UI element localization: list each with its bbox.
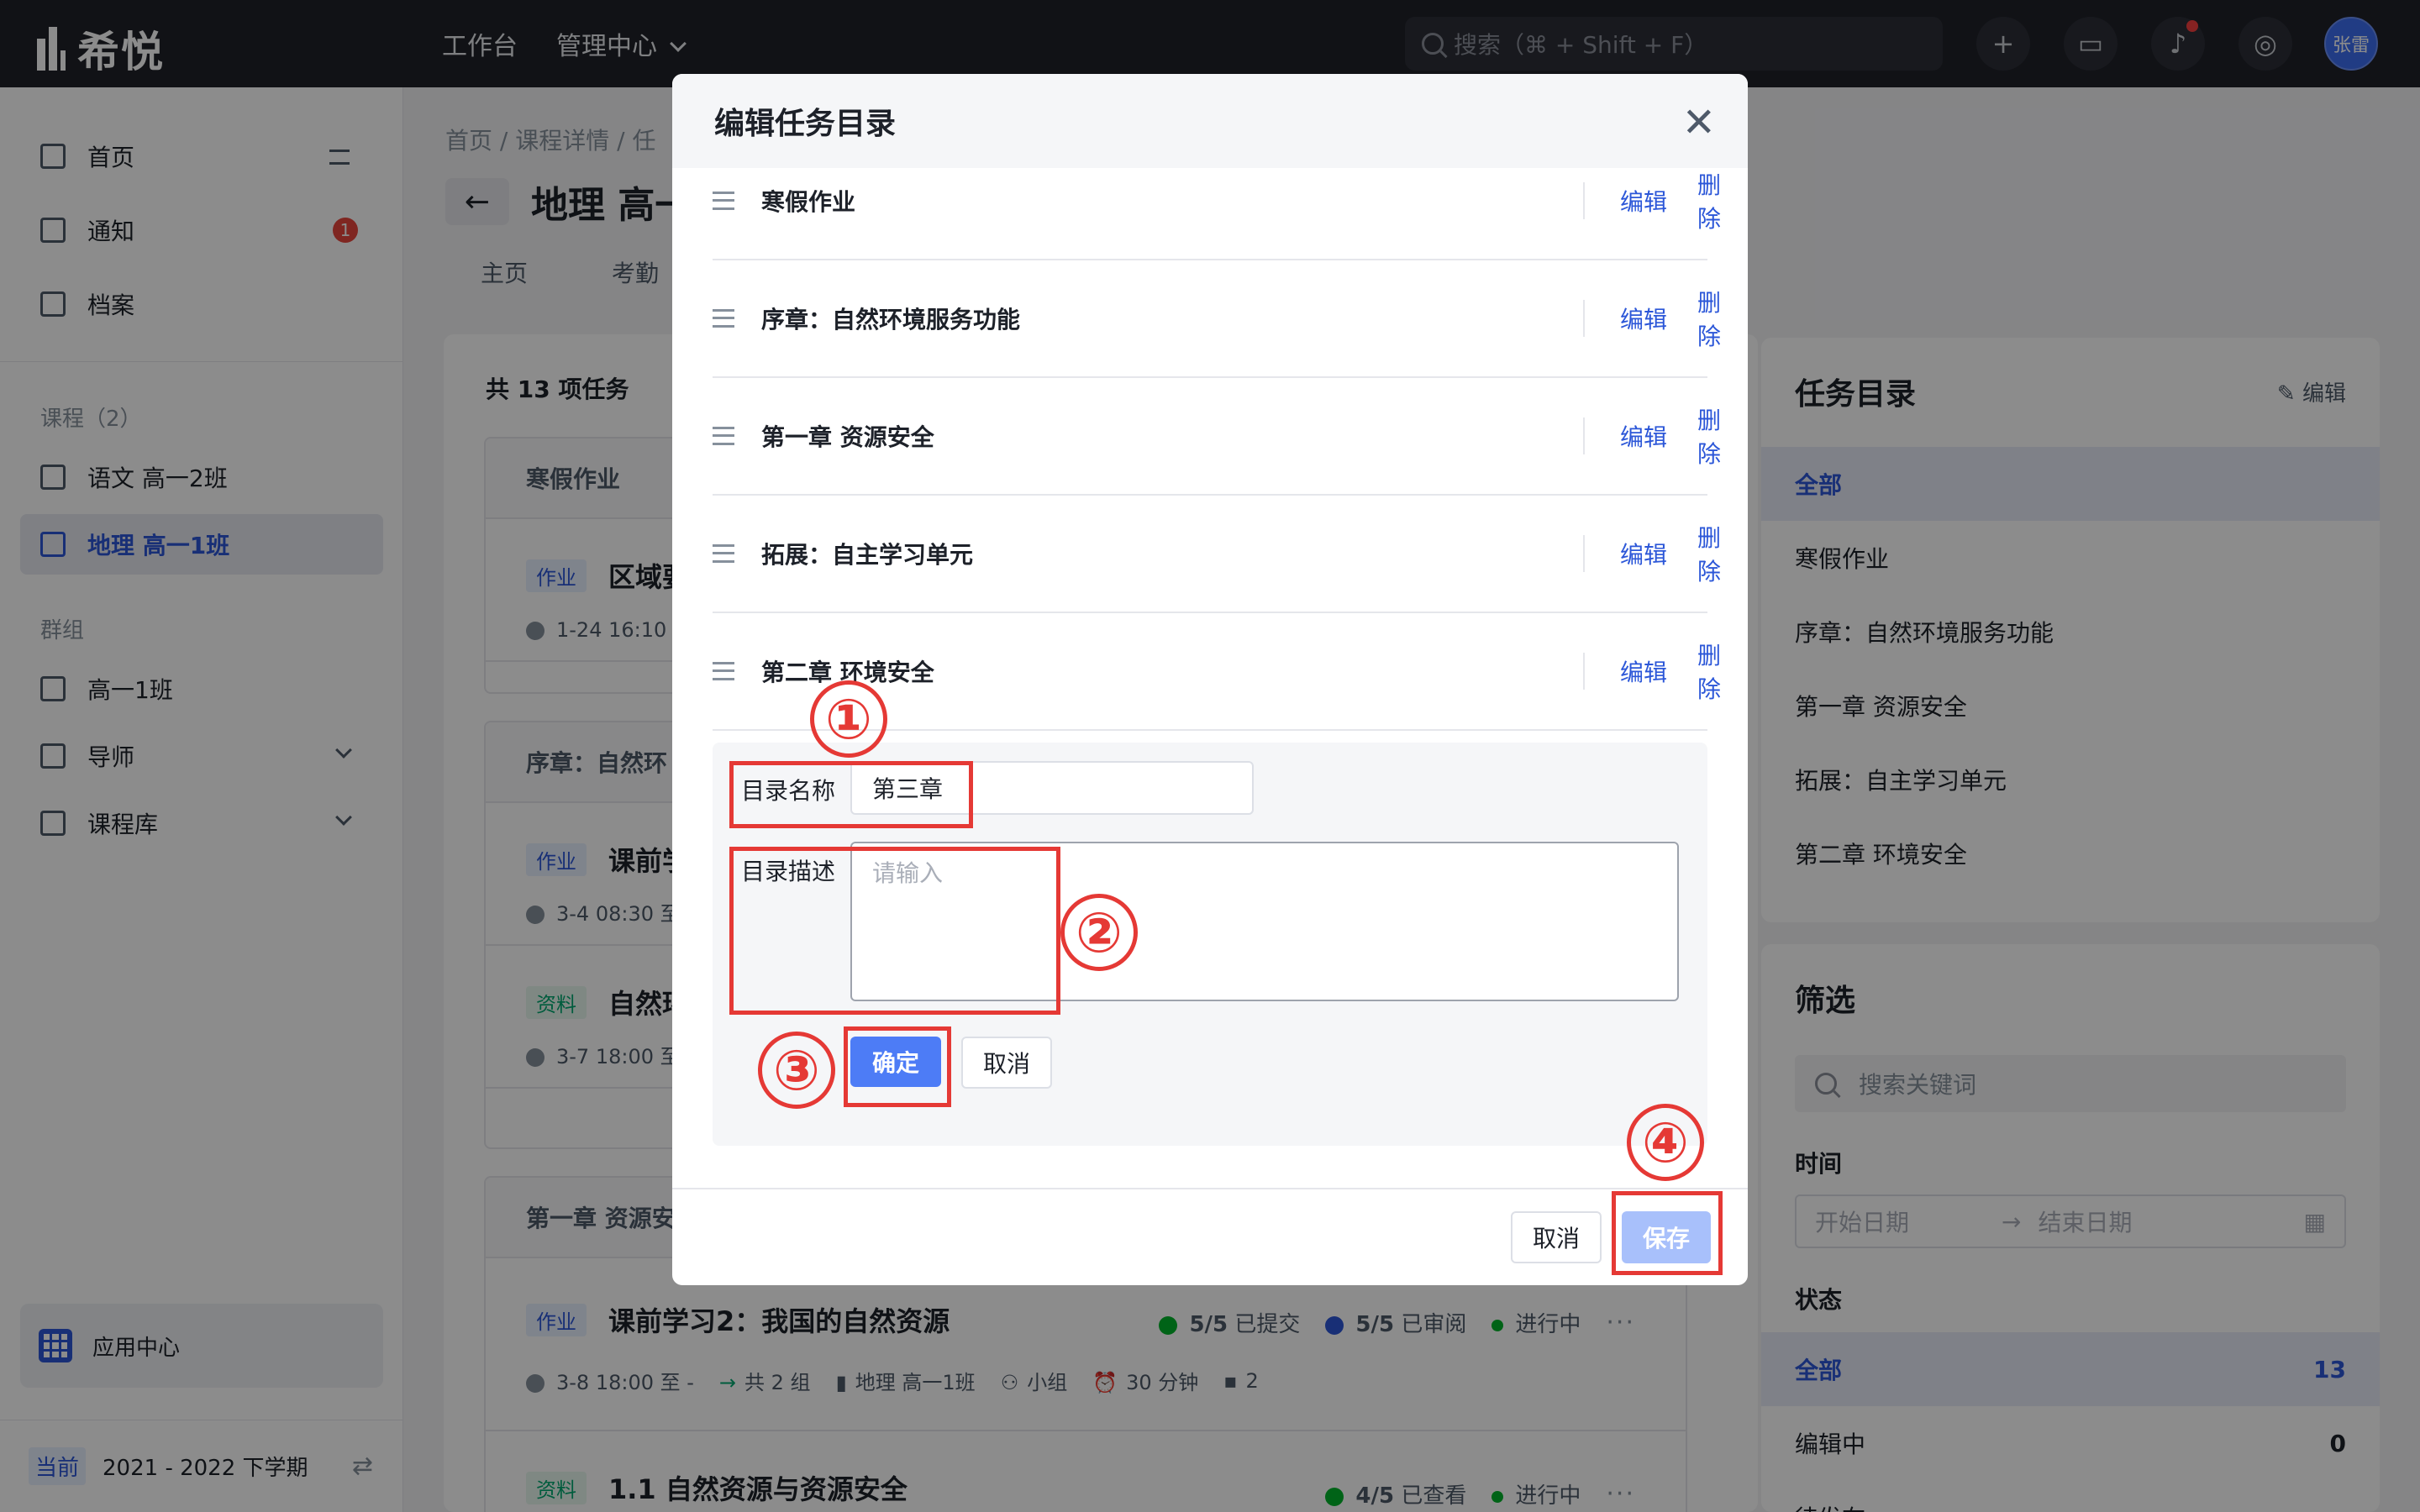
annotation-box-confirm xyxy=(844,1026,951,1107)
form-cancel-button[interactable]: 取消 xyxy=(961,1037,1052,1089)
modal-title: 编辑任务目录 xyxy=(672,74,1748,168)
annotation-box-desc xyxy=(729,847,1060,1015)
edit-catalog-modal: 编辑任务目录 ✕ 寒假作业 编辑 删除 序章：自然环境服务功能 编辑 删除 第一… xyxy=(672,74,1748,1285)
modal-cancel-button[interactable]: 取消 xyxy=(1511,1211,1602,1263)
directory-row: 拓展：自主学习单元 编辑 删除 xyxy=(713,496,1721,613)
directory-name: 拓展：自主学习单元 xyxy=(761,541,974,569)
directory-delete-link[interactable]: 删除 xyxy=(1697,167,1721,234)
annotation-box-name xyxy=(729,761,973,828)
annotation-box-save xyxy=(1612,1191,1723,1275)
divider xyxy=(1583,535,1585,572)
divider xyxy=(1583,417,1585,454)
annotation-number-4: ④ xyxy=(1627,1104,1704,1181)
directory-edit-link[interactable]: 编辑 xyxy=(1620,537,1667,570)
directory-row: 第一章 资源安全 编辑 删除 xyxy=(713,378,1721,496)
drag-handle-icon[interactable] xyxy=(713,309,734,328)
divider xyxy=(1583,182,1585,219)
footer-divider xyxy=(672,1188,1748,1189)
directory-edit-link[interactable]: 编辑 xyxy=(1620,654,1667,688)
annotation-number-1: ① xyxy=(810,680,887,758)
directory-edit-link[interactable]: 编辑 xyxy=(1620,184,1667,218)
directory-name: 第一章 资源安全 xyxy=(761,423,934,451)
drag-handle-icon[interactable] xyxy=(713,544,734,563)
directory-name: 寒假作业 xyxy=(761,188,856,216)
drag-handle-icon[interactable] xyxy=(713,192,734,210)
directory-delete-link[interactable]: 删除 xyxy=(1697,638,1721,705)
divider xyxy=(1583,300,1585,337)
directory-name: 序章：自然环境服务功能 xyxy=(761,306,1021,333)
close-icon[interactable]: ✕ xyxy=(1682,99,1716,146)
directory-edit-link[interactable]: 编辑 xyxy=(1620,419,1667,453)
directory-row: 序章：自然环境服务功能 编辑 删除 xyxy=(713,260,1721,378)
directory-delete-link[interactable]: 删除 xyxy=(1697,520,1721,587)
drag-handle-icon[interactable] xyxy=(713,662,734,680)
divider xyxy=(1583,653,1585,690)
annotation-number-2: ② xyxy=(1060,894,1138,971)
annotation-number-3: ③ xyxy=(758,1032,835,1109)
directory-edit-link[interactable]: 编辑 xyxy=(1620,302,1667,335)
directory-delete-link[interactable]: 删除 xyxy=(1697,285,1721,352)
drag-handle-icon[interactable] xyxy=(713,427,734,445)
directory-delete-link[interactable]: 删除 xyxy=(1697,402,1721,470)
